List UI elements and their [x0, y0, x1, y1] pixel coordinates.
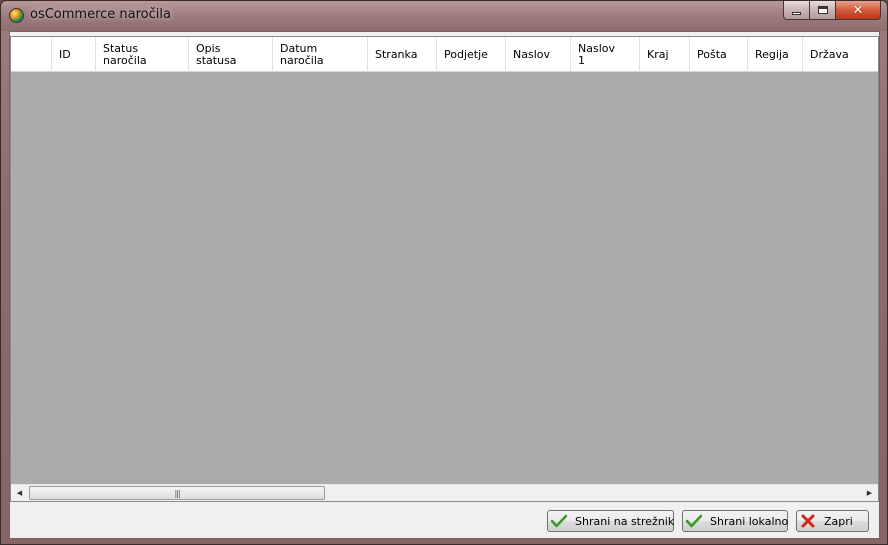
checkmark-icon — [686, 513, 702, 529]
column-header-label: statusa — [196, 53, 237, 67]
minimize-icon — [792, 11, 801, 15]
column-header-status[interactable]: Status naročila — [96, 37, 189, 72]
scrollbar-thumb[interactable]: ||| — [29, 486, 325, 500]
column-header-podjetje[interactable]: Podjetje — [437, 37, 506, 72]
save-to-server-label: Shrani na strežnik — [575, 514, 675, 528]
column-header-opis[interactable]: Opis statusa — [189, 37, 273, 72]
column-header-label: Opis — [196, 41, 221, 55]
arrow-left-icon: ◀ — [16, 489, 23, 497]
cross-icon — [800, 513, 816, 529]
column-header-regija[interactable]: Regija — [748, 37, 803, 72]
column-header-datum[interactable]: Datum naročila — [273, 37, 368, 72]
caption-buttons: ✕ — [783, 1, 881, 21]
column-header-posta[interactable]: Pošta — [690, 37, 748, 72]
app-window: osCommerce naročila ✕ ID Statusnaročila — [0, 0, 888, 545]
column-header-label: Datum — [280, 41, 318, 55]
column-header-id[interactable]: ID — [52, 37, 96, 72]
save-locally-label: Shrani lokalno — [710, 514, 789, 528]
column-header-drzava[interactable]: Država — [803, 37, 878, 72]
close-window-button[interactable]: ✕ — [836, 1, 881, 20]
scroll-left-button[interactable]: ◀ — [11, 485, 28, 501]
checkmark-icon — [551, 513, 567, 529]
close-button[interactable]: Zapri — [796, 510, 869, 532]
column-header-label: ID — [59, 47, 71, 61]
horizontal-scrollbar[interactable]: ◀ ||| ▶ — [11, 484, 878, 501]
app-icon[interactable] — [9, 8, 24, 23]
save-to-server-button[interactable]: Shrani na strežnik — [547, 510, 674, 532]
column-header-label: Naslov — [513, 47, 550, 61]
column-header-stranka[interactable]: Stranka — [368, 37, 437, 72]
column-header-label: Podjetje — [444, 47, 488, 61]
row-header-corner[interactable] — [11, 37, 52, 72]
grid-header: ID Status naročila Opis statusa Datum naroč… — [11, 37, 878, 72]
column-header-label: Kraj — [647, 47, 669, 61]
column-header-label: 1 — [578, 53, 585, 67]
minimize-button[interactable] — [783, 1, 810, 20]
column-header-label: Država — [810, 47, 849, 61]
save-locally-button[interactable]: Shrani lokalno — [682, 510, 788, 532]
close-label: Zapri — [824, 514, 853, 528]
scroll-right-button[interactable]: ▶ — [861, 485, 878, 501]
column-header-kraj[interactable]: Kraj — [640, 37, 690, 72]
column-header-label: naročila — [280, 53, 324, 67]
column-header-label: Regija — [755, 47, 789, 61]
column-header-naslov1[interactable]: Naslov 1 — [571, 37, 640, 72]
maximize-button[interactable] — [810, 1, 836, 20]
column-header-label: Status — [103, 41, 139, 55]
column-header-label: Stranka — [375, 47, 418, 61]
arrow-right-icon: ▶ — [866, 489, 873, 497]
grip-icon: ||| — [174, 488, 180, 498]
client-area: ID Status naročila Opis statusa Datum naroč… — [9, 31, 880, 539]
orders-grid[interactable]: ID Status naročila Opis statusa Datum naroč… — [10, 36, 879, 502]
maximize-icon — [817, 6, 828, 14]
column-header-naslov[interactable]: Naslov — [506, 37, 571, 72]
window-title: osCommerce naročila — [30, 7, 171, 22]
title-bar[interactable]: osCommerce naročila ✕ — [1, 1, 887, 31]
close-icon: ✕ — [852, 2, 864, 18]
column-header-label: naročila — [103, 53, 147, 67]
column-header-label: Naslov — [578, 41, 615, 55]
column-header-label: Pošta — [697, 47, 727, 61]
